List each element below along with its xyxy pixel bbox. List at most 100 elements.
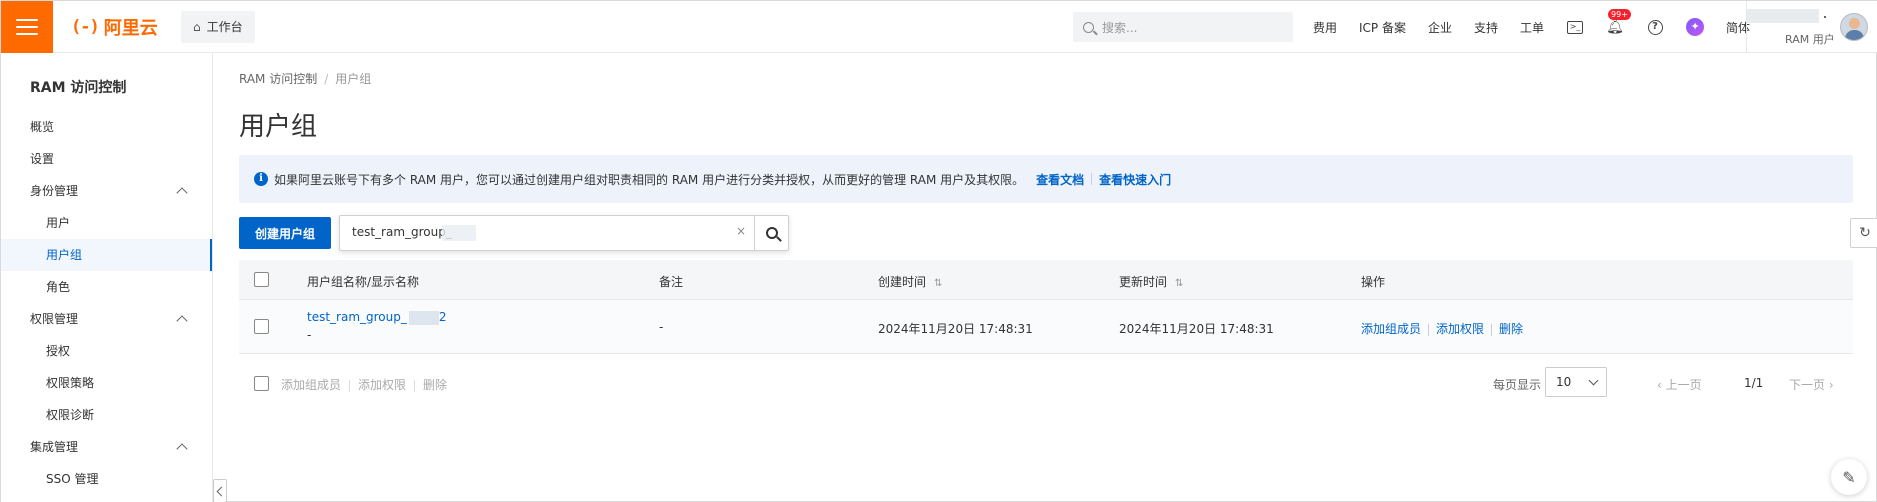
sidebar-item-label: 身份管理 xyxy=(30,184,79,198)
bulk-delete[interactable]: 删除 xyxy=(423,378,447,392)
aliyun-logo[interactable]: (-) 阿里云 xyxy=(71,14,171,40)
sidebar-item-diagnosis[interactable]: 权限诊断 xyxy=(1,399,212,431)
bulk-add-members[interactable]: 添加组成员 xyxy=(281,378,341,392)
col-remark: 备注 xyxy=(659,275,684,289)
hamburger-menu-button[interactable] xyxy=(1,0,53,53)
global-search-placeholder: 搜索... xyxy=(1102,20,1138,35)
sidebar-group-identity[interactable]: 身份管理 xyxy=(1,175,212,207)
sidebar-item-users[interactable]: 用户 xyxy=(1,207,212,239)
create-group-button[interactable]: 创建用户组 xyxy=(239,217,331,249)
top-link-support[interactable]: 支持 xyxy=(1474,19,1498,36)
group-display-name: - xyxy=(307,328,312,342)
sidebar-item-roles[interactable]: 角色 xyxy=(1,271,212,303)
prev-page-button[interactable]: ‹ 上一页 xyxy=(1657,376,1702,393)
user-name-dot xyxy=(1824,16,1826,18)
per-page-value: 10 xyxy=(1556,375,1572,389)
workbench-button[interactable]: ⌂ 工作台 xyxy=(181,10,255,43)
col-name: 用户组名称/显示名称 xyxy=(307,275,420,289)
next-page-button[interactable]: 下一页 › xyxy=(1789,376,1834,393)
add-permission-link[interactable]: 添加权限 xyxy=(1436,322,1484,336)
sidebar-group-permissions[interactable]: 权限管理 xyxy=(1,303,212,335)
workbench-label: 工作台 xyxy=(206,20,243,34)
top-link-ticket[interactable]: 工单 xyxy=(1520,19,1544,36)
group-name-link[interactable]: test_ram_group_ 2 xyxy=(307,310,447,325)
sidebar-item-grants[interactable]: 授权 xyxy=(1,335,212,367)
sidebar-item-policies[interactable]: 权限策略 xyxy=(1,367,212,399)
search-value-redacted xyxy=(442,225,476,241)
bulk-add-permission[interactable]: 添加权限 xyxy=(358,378,406,392)
bell-icon[interactable]: 🔔︎ 99+ xyxy=(1606,9,1631,36)
sidebar-item-sso[interactable]: SSO 管理 xyxy=(1,463,212,495)
col-updated[interactable]: 更新时间 ⇅ xyxy=(1119,273,1183,290)
view-docs-link[interactable]: 查看文档 xyxy=(1036,171,1084,188)
refresh-button[interactable]: ↻ xyxy=(1850,218,1877,248)
table-header: 用户组名称/显示名称 备注 创建时间 ⇅ 更新时间 ⇅ 操作 xyxy=(239,260,1853,300)
sort-icon[interactable]: ⇅ xyxy=(1175,278,1183,289)
page-indicator: 1/1 xyxy=(1744,376,1764,390)
col-created[interactable]: 创建时间 ⇅ xyxy=(878,273,942,290)
help-icon[interactable]: ? xyxy=(1646,18,1664,36)
col-updated-label: 更新时间 xyxy=(1119,275,1168,289)
col-created-label: 创建时间 xyxy=(878,275,927,289)
sidebar: RAM 访问控制 概览 设置 身份管理 用户 用户组 角色 权限管理 授权 权限… xyxy=(1,53,213,502)
next-page-label: 下一页 xyxy=(1789,378,1826,392)
info-notice: i 如果阿里云账号下有多个 RAM 用户，您可以通过创建用户组对职责相同的 RA… xyxy=(239,155,1853,203)
row-checkbox[interactable] xyxy=(254,319,269,334)
user-name-redacted xyxy=(1747,9,1819,23)
group-search-input[interactable]: test_ram_group_ × xyxy=(339,215,789,251)
notice-text: 如果阿里云账号下有多个 RAM 用户，您可以通过创建用户组对职责相同的 RAM … xyxy=(274,172,1025,187)
terminal-icon[interactable]: >_ xyxy=(1566,18,1584,36)
search-button[interactable] xyxy=(754,216,789,250)
pencil-icon: ✎ xyxy=(1842,467,1856,487)
user-menu[interactable]: RAM 用户 xyxy=(1746,1,1877,53)
sidebar-title: RAM 访问控制 xyxy=(30,80,127,96)
group-created-time: 2024年11月20日 17:48:31 xyxy=(878,322,1033,336)
page-title: 用户组 xyxy=(239,112,318,142)
divider xyxy=(1491,323,1493,336)
clear-icon[interactable]: × xyxy=(736,224,746,238)
sidebar-item-overview[interactable]: 概览 xyxy=(1,111,212,143)
sidebar-item-user-groups[interactable]: 用户组 xyxy=(1,239,212,271)
divider xyxy=(349,379,351,392)
breadcrumb-ram[interactable]: RAM 访问控制 xyxy=(239,72,317,86)
quickstart-link[interactable]: 查看快速入门 xyxy=(1099,171,1171,188)
delete-link[interactable]: 删除 xyxy=(1499,322,1523,336)
chevron-up-icon xyxy=(176,315,188,327)
global-search-input[interactable]: 搜索... xyxy=(1073,12,1293,42)
user-group-table: 用户组名称/显示名称 备注 创建时间 ⇅ 更新时间 ⇅ 操作 test_ram_gr… xyxy=(239,260,1853,354)
toolbar: 创建用户组 test_ram_group_ × ↻ xyxy=(239,215,1877,251)
group-name[interactable]: test_ram_group_ xyxy=(307,310,407,324)
table-footer: 添加组成员 添加权限 删除 每页显示 10 ‹ 上一页 1/1 下一页 › xyxy=(239,365,1853,401)
prev-page-label: 上一页 xyxy=(1665,378,1702,392)
sort-icon[interactable]: ⇅ xyxy=(934,278,942,289)
top-link-enterprise[interactable]: 企业 xyxy=(1428,19,1452,36)
chevron-down-icon xyxy=(1588,375,1599,386)
select-all-checkbox[interactable] xyxy=(254,272,269,287)
breadcrumb-current: 用户组 xyxy=(335,72,372,86)
per-page-label: 每页显示 xyxy=(1493,378,1542,392)
chevron-up-icon xyxy=(176,187,188,199)
sidebar-group-integration[interactable]: 集成管理 xyxy=(1,431,212,463)
sidebar-item-label: 角色 xyxy=(46,280,71,294)
search-icon xyxy=(1083,21,1094,33)
sidebar-item-label: 用户组 xyxy=(46,248,83,262)
divider xyxy=(1428,323,1430,336)
logo-mark: (-) xyxy=(71,16,100,37)
group-name-suffix[interactable]: 2 xyxy=(439,310,447,324)
sidebar-item-label: SSO 管理 xyxy=(46,472,99,486)
add-members-link[interactable]: 添加组成员 xyxy=(1361,322,1421,336)
edit-feedback-button[interactable]: ✎ xyxy=(1831,459,1867,495)
top-link-billing[interactable]: 费用 xyxy=(1313,19,1337,36)
avatar[interactable] xyxy=(1840,13,1868,41)
main-content: RAM 访问控制 / 用户组 用户组 i 如果阿里云账号下有多个 RAM 用户，您可… xyxy=(214,53,1877,502)
bulk-select-checkbox[interactable] xyxy=(254,376,269,391)
sidebar-item-label: 设置 xyxy=(30,152,55,166)
per-page-select[interactable]: 10 xyxy=(1545,367,1607,397)
sidebar-item-settings[interactable]: 设置 xyxy=(1,143,212,175)
assistant-spark-icon[interactable]: ✦ xyxy=(1686,18,1705,36)
top-link-icp[interactable]: ICP 备案 xyxy=(1359,19,1406,36)
top-links: 费用 ICP 备案 企业 支持 工单 >_ 🔔︎ 99+ ? ✦ 简体 xyxy=(1313,1,1772,53)
divider xyxy=(1091,173,1093,185)
home-icon: ⌂ xyxy=(193,19,201,34)
group-name-redacted xyxy=(408,310,439,325)
